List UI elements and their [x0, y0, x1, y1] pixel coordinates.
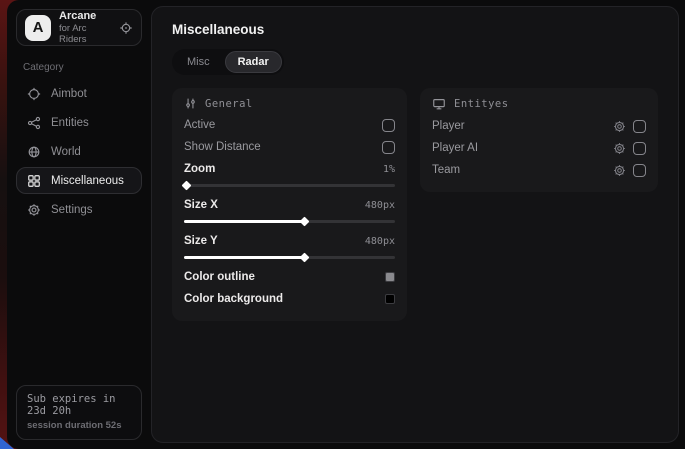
- player-checkbox[interactable]: [633, 120, 646, 133]
- color-row-background: Color background: [184, 288, 395, 310]
- entity-row-team: Team: [432, 159, 646, 181]
- zoom-slider[interactable]: [184, 181, 395, 190]
- color-label: Color outline: [184, 271, 255, 283]
- sidebar-item-label: Entities: [51, 117, 89, 129]
- entities-card: Entityes Player P: [420, 88, 658, 192]
- general-card-header: General: [184, 97, 395, 110]
- main-panel: Miscellaneous Misc Radar General Active: [151, 6, 679, 443]
- session-duration-text: session duration 52s: [27, 420, 131, 431]
- category-label: Category: [23, 62, 135, 73]
- sidebar-nav: Aimbot Entities World: [16, 80, 142, 223]
- sidebar-item-label: Aimbot: [51, 88, 87, 100]
- player-ai-checkbox[interactable]: [633, 142, 646, 155]
- app-header-card: A Arcane for Arc Riders: [16, 9, 142, 46]
- general-card: General Active Show Distance Zoom 1%: [172, 88, 407, 321]
- sliders-icon: [184, 97, 197, 110]
- page-title: Miscellaneous: [172, 22, 658, 37]
- slider-label: Size X: [184, 199, 218, 211]
- player-gear-icon[interactable]: [613, 120, 626, 133]
- app-window: A Arcane for Arc Riders Category: [7, 0, 685, 449]
- toggle-row-show-distance: Show Distance: [184, 136, 395, 158]
- slider-label: Zoom: [184, 163, 215, 175]
- grid-icon: [27, 174, 41, 188]
- sidebar-item-label: Settings: [51, 204, 93, 216]
- subscription-panel: Sub expires in 23d 20h session duration …: [16, 385, 142, 440]
- size-y-slider[interactable]: [184, 253, 395, 262]
- color-row-outline: Color outline: [184, 266, 395, 288]
- color-label: Color background: [184, 293, 283, 305]
- sub-expiry-text: Sub expires in 23d 20h: [27, 393, 131, 417]
- cards-row: General Active Show Distance Zoom 1%: [172, 88, 658, 321]
- entities-card-header: Entityes: [432, 97, 646, 111]
- sidebar-item-entities[interactable]: Entities: [16, 109, 142, 136]
- slider-row-size-y: Size Y 480px: [184, 230, 395, 252]
- sidebar-item-settings[interactable]: Settings: [16, 196, 142, 223]
- target-settings-icon[interactable]: [119, 21, 133, 35]
- tab-radar[interactable]: Radar: [225, 51, 282, 73]
- app-subtitle: for Arc Riders: [59, 23, 111, 46]
- slider-thumb[interactable]: [181, 181, 191, 191]
- sidebar-item-world[interactable]: World: [16, 138, 142, 165]
- toggle-row-active: Active: [184, 114, 395, 136]
- show-distance-checkbox[interactable]: [382, 141, 395, 154]
- sidebar-item-aimbot[interactable]: Aimbot: [16, 80, 142, 107]
- app-titles: Arcane for Arc Riders: [59, 10, 111, 46]
- toggle-label: Active: [184, 119, 215, 131]
- monitor-icon: [432, 97, 446, 111]
- app-logo: A: [25, 15, 51, 41]
- slider-thumb[interactable]: [299, 217, 309, 227]
- tab-misc[interactable]: Misc: [174, 51, 223, 73]
- entity-row-player-ai: Player AI: [432, 137, 646, 159]
- entities-card-title: Entityes: [454, 98, 509, 110]
- player-ai-gear-icon[interactable]: [613, 142, 626, 155]
- active-checkbox[interactable]: [382, 119, 395, 132]
- sidebar: A Arcane for Arc Riders Category: [7, 0, 151, 449]
- entities-icon: [27, 116, 41, 130]
- globe-icon: [27, 145, 41, 159]
- sidebar-item-miscellaneous[interactable]: Miscellaneous: [16, 167, 142, 194]
- gear-icon: [27, 203, 41, 217]
- toggle-label: Show Distance: [184, 141, 261, 153]
- slider-value: 480px: [365, 200, 395, 211]
- entity-row-player: Player: [432, 115, 646, 137]
- slider-row-zoom: Zoom 1%: [184, 158, 395, 180]
- slider-row-size-x: Size X 480px: [184, 194, 395, 216]
- slider-thumb[interactable]: [299, 253, 309, 263]
- team-gear-icon[interactable]: [613, 164, 626, 177]
- tab-bar: Misc Radar: [172, 49, 284, 75]
- entity-label: Player: [432, 120, 465, 132]
- general-card-title: General: [205, 98, 253, 110]
- slider-label: Size Y: [184, 235, 218, 247]
- slider-value: 1%: [383, 164, 395, 175]
- app-name: Arcane: [59, 10, 111, 23]
- entity-label: Team: [432, 164, 460, 176]
- entity-label: Player AI: [432, 142, 478, 154]
- color-outline-swatch[interactable]: [385, 272, 395, 282]
- sidebar-item-label: World: [51, 146, 81, 158]
- sidebar-item-label: Miscellaneous: [51, 175, 124, 187]
- crosshair-icon: [27, 87, 41, 101]
- color-background-swatch[interactable]: [385, 294, 395, 304]
- size-x-slider[interactable]: [184, 217, 395, 226]
- slider-value: 480px: [365, 236, 395, 247]
- team-checkbox[interactable]: [633, 164, 646, 177]
